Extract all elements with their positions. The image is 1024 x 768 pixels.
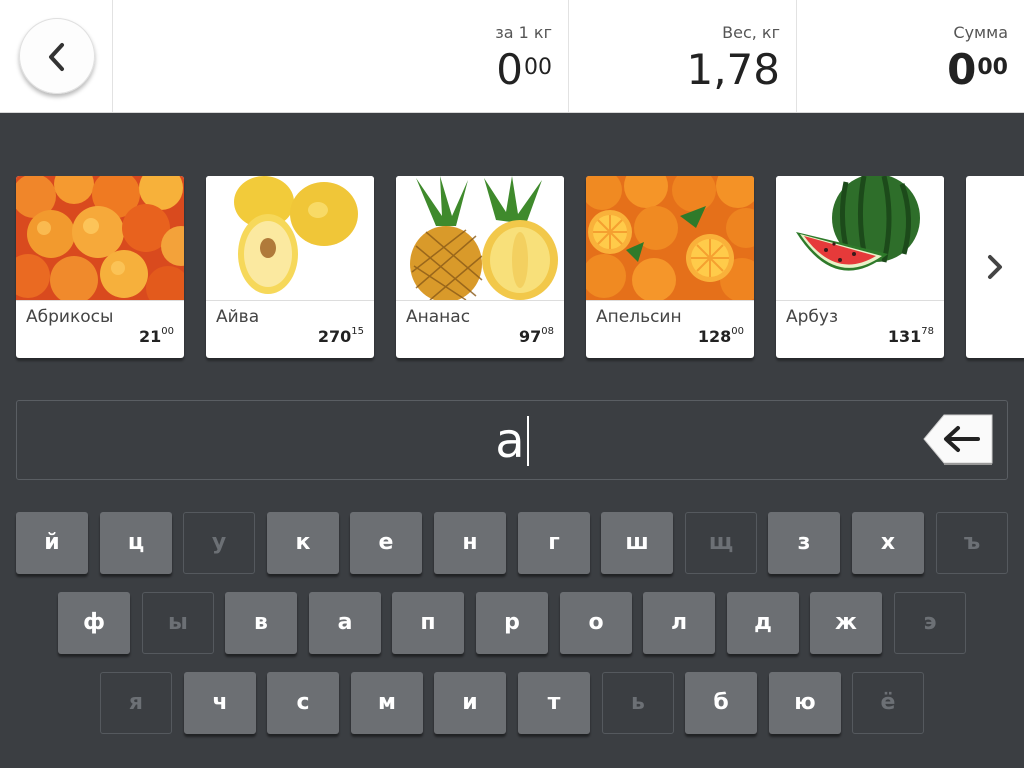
key-б[interactable]: б: [685, 672, 757, 734]
key-й[interactable]: й: [16, 512, 88, 574]
product-card-quince[interactable]: Айва 27015: [206, 176, 374, 358]
key-щ: щ: [685, 512, 757, 574]
chevron-left-icon: [49, 43, 64, 71]
product-card-pineapple[interactable]: Ананас 9708: [396, 176, 564, 358]
key-т[interactable]: т: [518, 672, 590, 734]
price-per-kg-cell: за 1 кг 000: [112, 0, 569, 112]
header-bar: за 1 кг 000 Вес, кг 1,78 Сумма 000: [0, 0, 1024, 113]
weight-label: Вес, кг: [722, 23, 780, 42]
key-п[interactable]: п: [392, 592, 464, 654]
product-price: 13178: [887, 326, 934, 346]
key-ё: ё: [852, 672, 924, 734]
key-ы: ы: [142, 592, 214, 654]
key-ь: ь: [602, 672, 674, 734]
next-products-button[interactable]: [966, 176, 1024, 358]
key-а[interactable]: а: [309, 592, 381, 654]
price-per-kg-label: за 1 кг: [495, 23, 552, 42]
product-card-watermelon[interactable]: Арбуз 13178: [776, 176, 944, 358]
card-divider: [206, 300, 374, 301]
text-cursor: [526, 416, 529, 466]
key-н[interactable]: н: [434, 512, 506, 574]
product-name: Ананас: [406, 307, 471, 327]
search-input[interactable]: а: [16, 400, 1008, 480]
key-ю[interactable]: ю: [769, 672, 841, 734]
card-divider: [776, 300, 944, 301]
product-name: Арбуз: [786, 307, 839, 327]
card-divider: [16, 300, 184, 301]
key-з[interactable]: з: [768, 512, 840, 574]
search-input-text: а: [17, 411, 1007, 471]
card-divider: [586, 300, 754, 301]
key-ч[interactable]: ч: [184, 672, 256, 734]
key-э: э: [894, 592, 966, 654]
key-ъ: ъ: [936, 512, 1008, 574]
sum-value: 000: [947, 45, 1008, 94]
product-price: 12800: [697, 326, 744, 346]
key-о[interactable]: о: [560, 592, 632, 654]
product-price: 27015: [317, 326, 364, 346]
back-button-area: [0, 0, 113, 112]
pineapple-image: [396, 176, 564, 300]
price-per-kg-value: 000: [496, 45, 552, 94]
weight-value: 1,78: [686, 45, 780, 94]
key-к[interactable]: к: [267, 512, 339, 574]
key-с[interactable]: с: [267, 672, 339, 734]
backspace-icon: [923, 414, 993, 465]
apricot-image: [16, 176, 184, 300]
key-ф[interactable]: ф: [58, 592, 130, 654]
product-name: Абрикосы: [26, 307, 114, 327]
key-д[interactable]: д: [727, 592, 799, 654]
chevron-right-icon: [988, 255, 1002, 279]
key-у: у: [183, 512, 255, 574]
key-л[interactable]: л: [643, 592, 715, 654]
product-name: Айва: [216, 307, 260, 327]
product-name: Апельсин: [596, 307, 682, 327]
product-price: 2100: [139, 326, 174, 346]
orange-image: [586, 176, 754, 300]
sum-cell: Сумма 000: [797, 0, 1024, 112]
key-ц[interactable]: ц: [100, 512, 172, 574]
key-в[interactable]: в: [225, 592, 297, 654]
card-divider: [396, 300, 564, 301]
key-е[interactable]: е: [350, 512, 422, 574]
key-ш[interactable]: ш: [601, 512, 673, 574]
watermelon-image: [776, 176, 944, 300]
backspace-button[interactable]: [922, 413, 996, 471]
key-р[interactable]: р: [476, 592, 548, 654]
product-price: 9708: [519, 326, 554, 346]
key-я: я: [100, 672, 172, 734]
quince-image: [206, 176, 374, 300]
key-м[interactable]: м: [351, 672, 423, 734]
product-card-apricot[interactable]: Абрикосы 2100: [16, 176, 184, 358]
key-ж[interactable]: ж: [810, 592, 882, 654]
sum-label: Сумма: [953, 23, 1008, 42]
key-и[interactable]: и: [434, 672, 506, 734]
back-button[interactable]: [19, 18, 95, 94]
key-г[interactable]: г: [518, 512, 590, 574]
key-х[interactable]: х: [852, 512, 924, 574]
product-card-orange[interactable]: Апельсин 12800: [586, 176, 754, 358]
weight-cell: Вес, кг 1,78: [569, 0, 797, 112]
